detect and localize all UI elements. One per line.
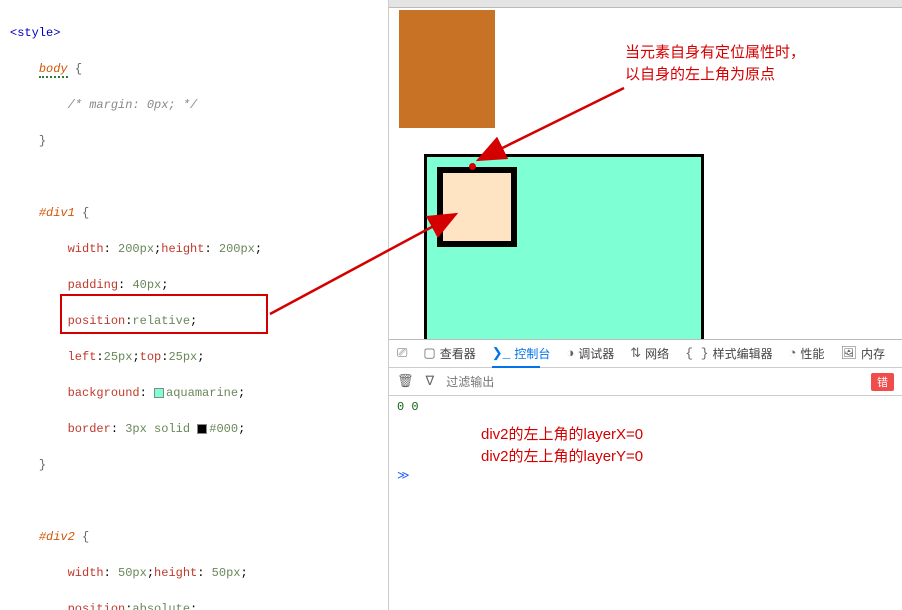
style-icon: { }	[685, 346, 708, 361]
devtools-pick-element[interactable]: ⎚	[389, 340, 415, 367]
trash-icon[interactable]: 🗑	[397, 374, 414, 389]
tab-network[interactable]: ⇅网络	[622, 340, 677, 367]
div1-selector: #div1	[39, 206, 75, 220]
console-icon: ❯_	[492, 346, 511, 361]
tab-inspector[interactable]: ▢查看器	[415, 340, 483, 367]
filter-input[interactable]	[446, 375, 746, 389]
console-toolbar: 🗑 ∇ 错	[389, 368, 902, 396]
browser-panel: 当元素自身有定位属性时， 以自身的左上角为原点 ⎚ ▢查看器 ❯_控制台 ◑调试…	[388, 0, 902, 610]
tab-memory[interactable]: 🖼内存	[832, 340, 893, 367]
body-selector: body	[39, 62, 68, 78]
annotation-layerxy: div2的左上角的layerX=0 div2的左上角的layerY=0	[481, 424, 902, 468]
perf-icon: ◔	[789, 346, 797, 361]
error-badge[interactable]: 错	[871, 373, 894, 391]
origin-dot	[469, 163, 476, 170]
tab-style-editor[interactable]: { }样式编辑器	[677, 340, 780, 367]
code-editor[interactable]: <style> body { /* margin: 0px; */ } #div…	[0, 0, 388, 610]
debugger-icon: ◑	[566, 346, 574, 361]
aquamarine-swatch-icon	[154, 388, 164, 398]
annotation-positioning: 当元素自身有定位属性时， 以自身的左上角为原点	[625, 42, 805, 86]
tab-debugger[interactable]: ◑调试器	[558, 340, 622, 367]
tab-console[interactable]: ❯_控制台	[484, 340, 559, 367]
picker-icon: ⎚	[397, 346, 407, 361]
browser-chrome	[389, 0, 902, 8]
div2-box	[437, 167, 517, 247]
div2-selector: #div2	[39, 530, 75, 544]
comment: /* margin: 0px; */	[68, 98, 198, 112]
black-swatch-icon	[197, 424, 207, 434]
network-icon: ⇅	[630, 346, 641, 361]
tab-performance[interactable]: ◔性能	[781, 340, 833, 367]
devtools-tab-bar: ⎚ ▢查看器 ❯_控制台 ◑调试器 ⇅网络 { }样式编辑器 ◔性能 🖼内存	[389, 340, 902, 368]
div3-box	[399, 10, 495, 128]
console-output: 0 0	[389, 396, 902, 418]
filter-icon: ∇	[426, 374, 435, 389]
memory-icon: 🖼	[840, 346, 857, 361]
devtools-panel: ⎚ ▢查看器 ❯_控制台 ◑调试器 ⇅网络 { }样式编辑器 ◔性能 🖼内存 🗑…	[389, 340, 902, 610]
inspector-icon: ▢	[423, 346, 435, 361]
div1-box	[424, 154, 704, 340]
